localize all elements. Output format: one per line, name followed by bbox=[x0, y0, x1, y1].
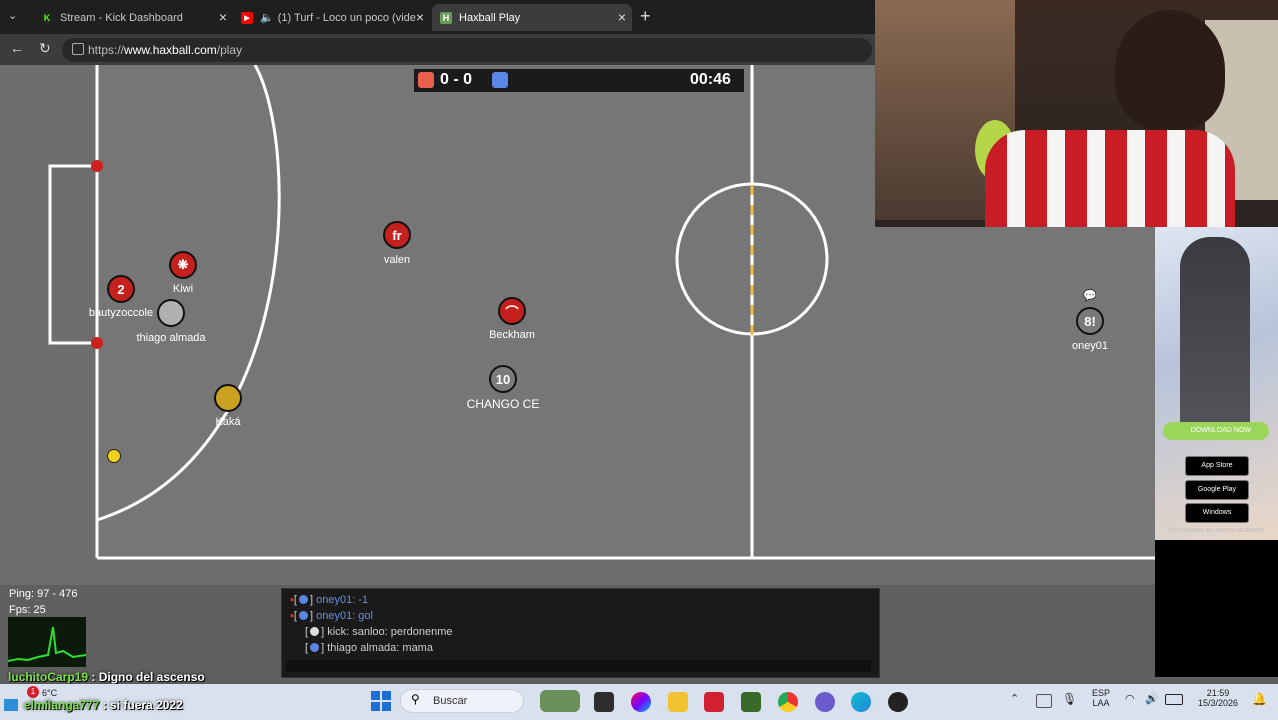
back-icon[interactable]: ← bbox=[10, 40, 24, 56]
windows-start-icon[interactable] bbox=[370, 690, 392, 712]
task-view-icon[interactable] bbox=[594, 692, 614, 712]
ping-readout: Ping: 97 - 476 bbox=[9, 588, 78, 600]
player-disc: 8! bbox=[1076, 307, 1104, 335]
new-tab-icon[interactable]: + bbox=[640, 6, 651, 27]
app-store-button[interactable]: App Store bbox=[1185, 456, 1249, 476]
temperature: 6°C bbox=[42, 688, 58, 698]
app-icon[interactable] bbox=[704, 692, 724, 712]
player-disc bbox=[157, 299, 185, 327]
score: 0 - 0 bbox=[440, 71, 473, 88]
ad-footer: HOYO-GAMES. ALL RIGHTS RESERVED. bbox=[1168, 528, 1266, 534]
wifi-icon[interactable]: ◠ bbox=[1125, 692, 1135, 705]
tray-app-icon[interactable] bbox=[1036, 694, 1052, 708]
url-host: www.haxball.com bbox=[124, 43, 217, 57]
minecraft-icon[interactable] bbox=[741, 692, 761, 712]
webcam-head bbox=[1115, 10, 1225, 130]
close-tab-icon[interactable]: × bbox=[219, 9, 227, 25]
tab-label: Stream - Kick Dashboard bbox=[60, 11, 183, 24]
tray-chevron-icon[interactable]: ⌃ bbox=[1010, 692, 1019, 705]
webcam-shirt bbox=[985, 130, 1235, 227]
close-tab-icon[interactable]: × bbox=[618, 9, 626, 25]
reload-icon[interactable]: ↻ bbox=[39, 40, 51, 57]
chat-message: ▪[] oney01: -1 bbox=[290, 594, 369, 606]
file-explorer-icon[interactable] bbox=[668, 692, 688, 712]
blue-team-icon bbox=[492, 72, 508, 88]
player-disc: 10 bbox=[489, 365, 517, 393]
windows-store-button[interactable]: Windows bbox=[1185, 503, 1249, 523]
speaker-icon[interactable]: 🔈 bbox=[260, 11, 274, 24]
stream-chat-line: luchitoCarp19 : Digno del ascenso bbox=[8, 670, 205, 684]
player-disc: ❋ bbox=[169, 251, 197, 279]
kick-icon: K bbox=[41, 11, 53, 24]
player-disc: ⌒ bbox=[498, 297, 526, 325]
url-field[interactable]: https://www.haxball.com/play bbox=[62, 38, 872, 62]
tab-label: Haxball Play bbox=[459, 11, 521, 24]
stream-chat-line: elmilanga777 : si fuera 2022 bbox=[24, 698, 183, 712]
obs-icon[interactable] bbox=[888, 692, 908, 712]
player-name: thiago almada bbox=[136, 332, 206, 344]
tab-list-chevron-icon[interactable]: ⌄ bbox=[8, 9, 17, 22]
player-name: oney01 bbox=[1071, 340, 1109, 352]
player-name: Beckham bbox=[489, 329, 535, 341]
language-indicator[interactable]: ESP LAA bbox=[1088, 688, 1114, 708]
match-timer: 00:46 bbox=[690, 71, 731, 88]
weather-icon[interactable] bbox=[4, 699, 18, 711]
notifications-icon[interactable]: 🔔 bbox=[1252, 692, 1267, 706]
site-info-icon[interactable] bbox=[72, 43, 84, 55]
player-name: Kaká bbox=[215, 416, 241, 428]
red-team-icon bbox=[418, 72, 434, 88]
chat-message: [] thiago almada: mama bbox=[305, 642, 433, 654]
fps-graph bbox=[7, 617, 87, 667]
tab-youtube-turf[interactable]: ▶ 🔈 (1) Turf - Loco un poco (video × bbox=[233, 4, 430, 31]
notification-badge: 1 bbox=[27, 686, 39, 698]
chat-message: ▪[] oney01: gol bbox=[290, 610, 373, 622]
search-icon: ⚲ bbox=[411, 692, 420, 706]
battery-icon[interactable] bbox=[1165, 694, 1183, 705]
chat-message: [] kick: sanloo: perdonenme bbox=[305, 626, 453, 638]
tab-haxball-play[interactable]: H Haxball Play × bbox=[432, 4, 632, 31]
google-play-button[interactable]: Google Play bbox=[1185, 480, 1249, 500]
ad-download-button[interactable]: DOWNLOAD NOW bbox=[1163, 422, 1269, 440]
player-name: CHANGO CE bbox=[466, 397, 540, 411]
copilot-icon[interactable] bbox=[631, 692, 651, 712]
chrome-icon[interactable] bbox=[778, 692, 798, 712]
edge-icon[interactable] bbox=[851, 692, 871, 712]
chat-bubble-icon: 💬 bbox=[1083, 290, 1097, 302]
haxball-icon: H bbox=[440, 11, 452, 24]
player-disc bbox=[214, 384, 242, 412]
url-prefix: https:// bbox=[88, 43, 125, 57]
ad-character bbox=[1180, 237, 1250, 437]
player-name: valen bbox=[383, 254, 411, 266]
youtube-icon: ▶ bbox=[241, 11, 253, 24]
tab-label: (1) Turf - Loco un poco (video bbox=[277, 11, 422, 24]
tab-kick-dashboard[interactable]: K Stream - Kick Dashboard × bbox=[33, 4, 233, 31]
volume-icon[interactable]: 🔊 bbox=[1145, 692, 1159, 705]
fps-readout: Fps: 25 bbox=[9, 604, 46, 616]
webcam-overlay bbox=[875, 0, 1278, 227]
url-path: /play bbox=[216, 43, 243, 57]
chat-input[interactable] bbox=[286, 660, 871, 672]
discord-icon[interactable] bbox=[815, 692, 835, 712]
close-tab-icon[interactable]: × bbox=[415, 9, 424, 25]
clock[interactable]: 21:59 15/3/2026 bbox=[1195, 688, 1241, 708]
microphone-icon[interactable]: 🎙 bbox=[1062, 692, 1077, 706]
ball bbox=[107, 449, 121, 463]
player-name: Kiwi bbox=[172, 283, 194, 295]
player-disc: fr bbox=[383, 221, 411, 249]
widget-image-icon[interactable] bbox=[540, 690, 580, 712]
